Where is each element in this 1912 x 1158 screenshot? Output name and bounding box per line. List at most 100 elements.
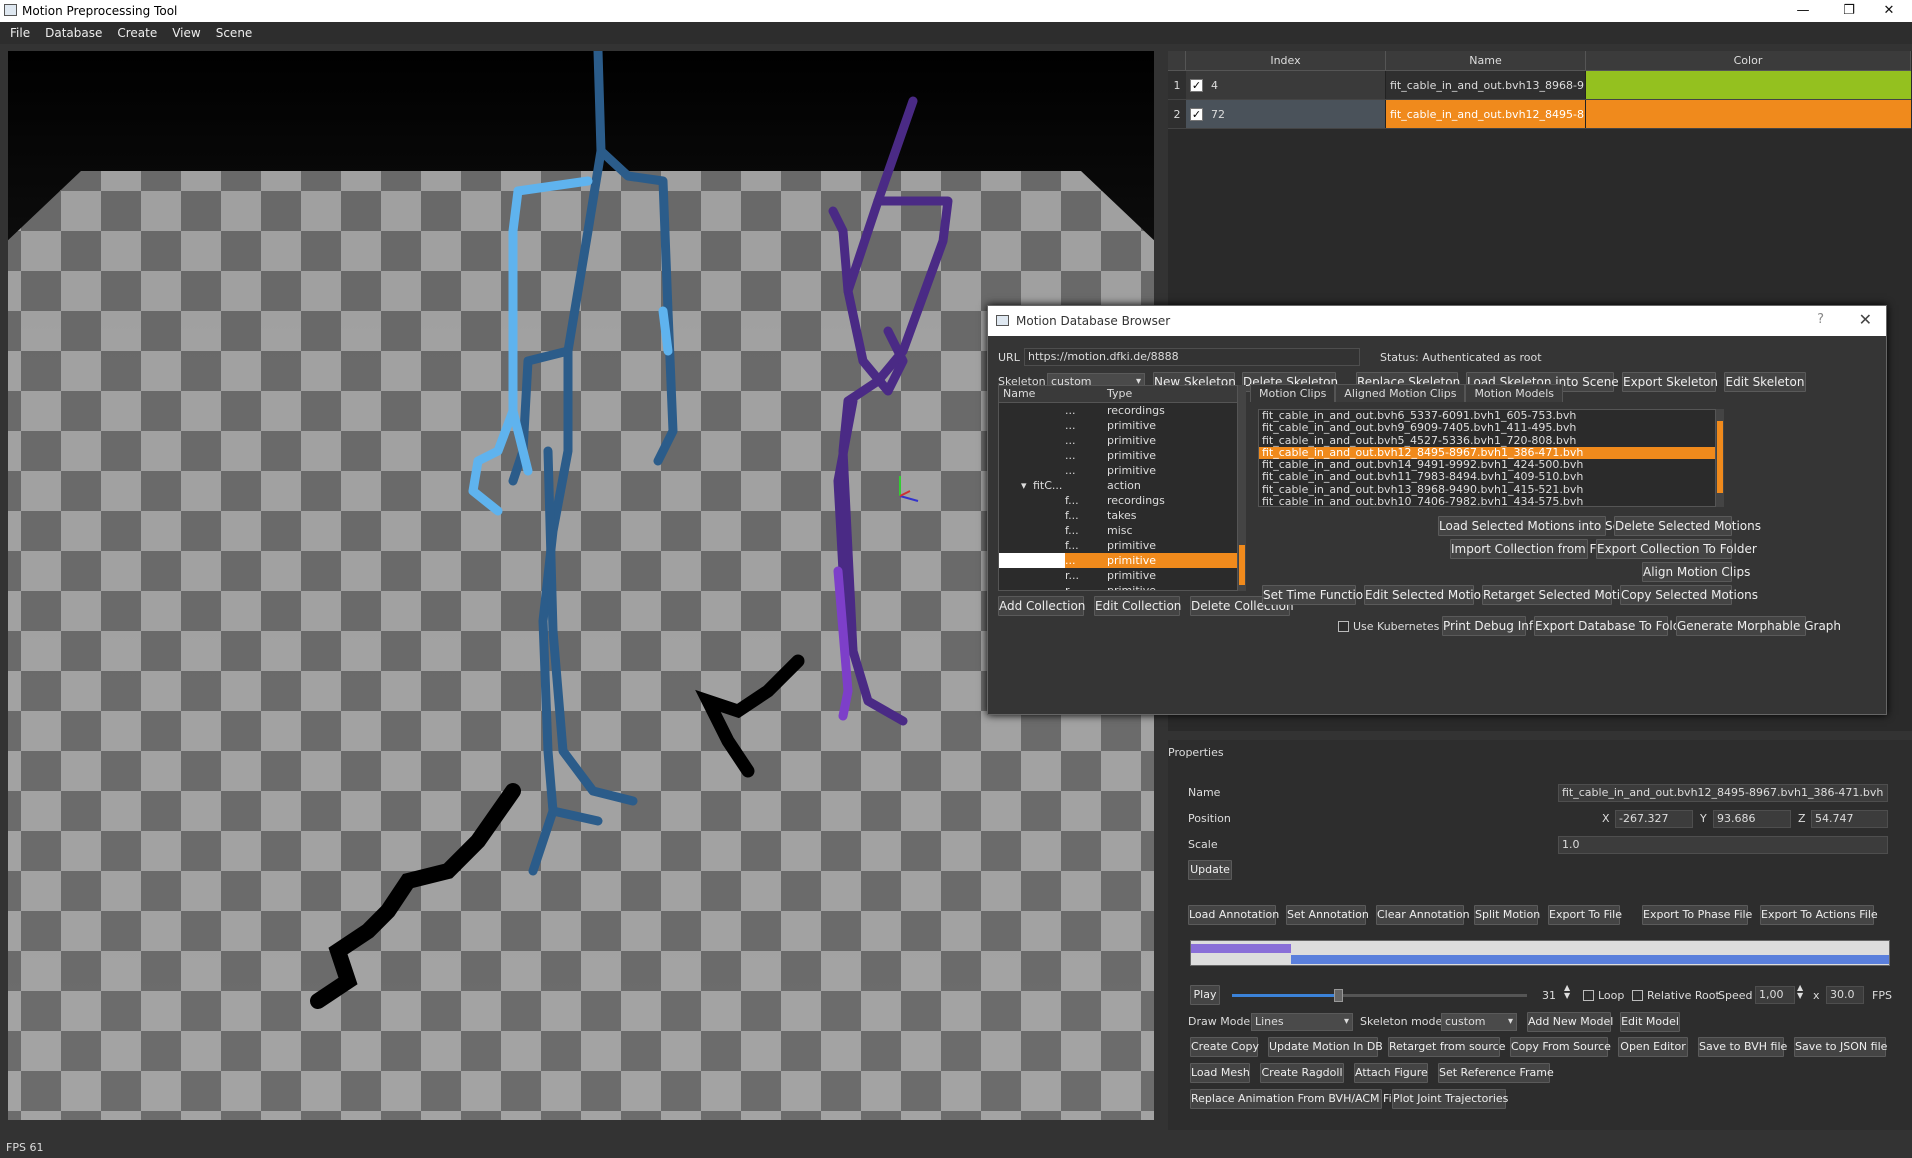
url-field[interactable]: https://motion.dfki.de/8888 [1024, 348, 1360, 366]
add-collection-button[interactable]: Add Collection [998, 596, 1085, 616]
export-to-file-button[interactable]: Export To File [1548, 905, 1622, 925]
export-collection-button[interactable]: Export Collection To Folder [1596, 539, 1757, 559]
tree-row[interactable]: ... primitive [999, 418, 1237, 433]
tab-motion-clips[interactable]: Motion Clips [1250, 384, 1336, 402]
column-header-name[interactable]: Name [1386, 51, 1586, 70]
name-field[interactable]: fit_cable_in_and_out.bvh12_8495-8967.bvh… [1558, 784, 1888, 802]
menu-create[interactable]: Create [107, 22, 162, 40]
table-row[interactable]: 2 ✓ 72 fit_cable_in_and_out.bvh12_8495-8.… [1168, 100, 1911, 129]
retarget-from-source-button[interactable]: Retarget from source [1388, 1037, 1505, 1057]
tree-row[interactable]: f... misc [999, 523, 1237, 538]
color-cell[interactable] [1586, 100, 1911, 128]
menu-scene[interactable]: Scene [206, 22, 258, 40]
menu-view[interactable]: View [162, 22, 205, 40]
edit-model-button[interactable]: Edit Model [1620, 1012, 1680, 1032]
column-header-index[interactable]: Index [1186, 51, 1386, 70]
frame-spinner-icon[interactable]: ▲ ▼ [1564, 984, 1570, 1000]
retarget-selected-motions-button[interactable]: Retarget Selected Motions [1482, 585, 1641, 605]
replace-animation-button[interactable]: Replace Animation From BVH/ACM File [1190, 1089, 1401, 1109]
tree-row[interactable]: ... recordings [999, 403, 1237, 418]
motion-clip-item[interactable]: fit_cable_in_and_out.bvh10_7406-7982.bvh… [1259, 495, 1715, 506]
visibility-checkbox[interactable]: ✓ [1190, 107, 1203, 121]
export-to-actions-file-button[interactable]: Export To Actions File [1760, 905, 1878, 925]
tree-scrollbar[interactable] [1238, 385, 1246, 591]
add-new-model-button[interactable]: Add New Model [1527, 1012, 1613, 1032]
edit-collection-button[interactable]: Edit Collection [1094, 596, 1181, 616]
set-annotation-button[interactable]: Set Annotation [1286, 905, 1369, 925]
frame-slider[interactable] [1232, 989, 1527, 1002]
play-button[interactable]: Play [1190, 985, 1220, 1005]
relative-root-checkbox[interactable] [1632, 990, 1643, 1001]
create-copy-button[interactable]: Create Copy [1190, 1037, 1259, 1057]
annotation-segment-2[interactable] [1291, 955, 1889, 964]
split-motion-button[interactable]: Split Motion [1474, 905, 1540, 925]
tree-header-type[interactable]: Type [1103, 386, 1132, 402]
load-annotation-button[interactable]: Load Annotation [1188, 905, 1279, 925]
open-editor-button[interactable]: Open Editor [1618, 1037, 1688, 1057]
tab-aligned-motion-clips[interactable]: Aligned Motion Clips [1335, 384, 1466, 402]
frame-slider-handle[interactable] [1334, 989, 1344, 1002]
export-to-phase-file-button[interactable]: Export To Phase File [1642, 905, 1752, 925]
3d-viewport[interactable] [8, 51, 1154, 1120]
minimize-button[interactable]: — [1780, 0, 1826, 22]
name-cell[interactable]: fit_cable_in_and_out.bvh13_8968-9... [1386, 71, 1586, 99]
print-debug-info-button[interactable]: Print Debug Info [1442, 616, 1540, 636]
dialog-close-button[interactable]: ✕ [1859, 310, 1872, 329]
scale-field[interactable]: 1.0 [1558, 836, 1888, 854]
name-cell[interactable]: fit_cable_in_and_out.bvh12_8495-8... [1386, 100, 1586, 128]
speed-spinner-icon[interactable]: ▲ ▼ [1797, 984, 1803, 1000]
visibility-checkbox[interactable]: ✓ [1190, 78, 1203, 92]
frame-number[interactable]: 31 [1542, 989, 1556, 1002]
load-mesh-button[interactable]: Load Mesh [1190, 1063, 1250, 1083]
edit-skeleton-button[interactable]: Edit Skeleton [1724, 372, 1806, 392]
tree-scrollbar-thumb[interactable] [1239, 545, 1245, 585]
menu-database[interactable]: Database [35, 22, 107, 40]
copy-from-source-button[interactable]: Copy From Source [1510, 1037, 1611, 1057]
use-kubernetes-checkbox[interactable] [1338, 621, 1349, 632]
tree-row[interactable]: f... primitive [999, 538, 1237, 553]
tree-row[interactable]: f... takes [999, 508, 1237, 523]
speed-field[interactable]: 1,00 [1755, 986, 1795, 1004]
menu-file[interactable]: File [0, 22, 35, 40]
motion-clip-list[interactable]: fit_cable_in_and_out.bvh6_5337-6091.bvh1… [1258, 409, 1716, 507]
update-button[interactable]: Update [1188, 860, 1232, 880]
edit-selected-motions-button[interactable]: Edit Selected Motions [1364, 585, 1495, 605]
index-cell[interactable]: ✓ 72 [1186, 100, 1386, 128]
generate-morphable-graph-button[interactable]: Generate Morphable Graph [1676, 616, 1841, 636]
update-motion-in-db-button[interactable]: Update Motion In DB [1268, 1037, 1383, 1057]
color-cell[interactable] [1586, 71, 1911, 99]
position-z-field[interactable]: 54.747 [1811, 810, 1888, 828]
column-header-color[interactable]: Color [1586, 51, 1911, 70]
tree-row[interactable]: r... primitive [999, 568, 1237, 583]
tree-row[interactable]: ... primitive [999, 448, 1237, 463]
annotation-timeline[interactable] [1190, 940, 1890, 966]
delete-selected-motions-button[interactable]: Delete Selected Motions [1614, 516, 1761, 536]
skeleton-model-select[interactable]: custom [1441, 1013, 1517, 1031]
motion-list-scrollbar-thumb[interactable] [1717, 421, 1723, 493]
tree-expand-icon[interactable]: ▾ [1021, 478, 1027, 493]
loop-checkbox[interactable] [1583, 990, 1594, 1001]
collection-tree[interactable]: Name Type ... recordings... primitive... pr… [998, 385, 1238, 591]
help-button[interactable]: ? [1817, 312, 1824, 327]
annotation-segment-1[interactable] [1191, 944, 1291, 953]
fps-field[interactable]: 30.0 [1826, 986, 1864, 1004]
tab-motion-models[interactable]: Motion Models [1465, 384, 1563, 402]
copy-selected-motions-button[interactable]: Copy Selected Motions [1620, 585, 1758, 605]
motion-clip-item[interactable]: fit_cable_in_and_out.bvh11_7983-8494.bvh… [1259, 471, 1715, 484]
clear-annotation-button[interactable]: Clear Annotation [1376, 905, 1470, 925]
position-x-field[interactable]: -267.327 [1615, 810, 1693, 828]
set-reference-frame-button[interactable]: Set Reference Frame [1438, 1063, 1554, 1083]
save-to-bvh-button[interactable]: Save to BVH file [1698, 1037, 1787, 1057]
plot-joint-trajectories-button[interactable]: Plot Joint Trajectories [1392, 1089, 1508, 1109]
tree-header-name[interactable]: Name [999, 386, 1103, 402]
import-collection-button[interactable]: Import Collection from Folder [1450, 539, 1627, 559]
tree-row[interactable]: ▾ fitC... action [999, 478, 1237, 493]
create-ragdoll-button[interactable]: Create Ragdoll [1260, 1063, 1344, 1083]
tree-row[interactable]: ... primitive [999, 463, 1237, 478]
load-selected-motions-button[interactable]: Load Selected Motions into Scene [1438, 516, 1642, 536]
tree-row[interactable]: ... primitive [999, 433, 1237, 448]
align-motion-clips-button[interactable]: Align Motion Clips [1642, 562, 1750, 582]
position-y-field[interactable]: 93.686 [1713, 810, 1791, 828]
export-database-button[interactable]: Export Database To Folder [1534, 616, 1693, 636]
tree-row[interactable]: r... primitive [999, 583, 1237, 590]
